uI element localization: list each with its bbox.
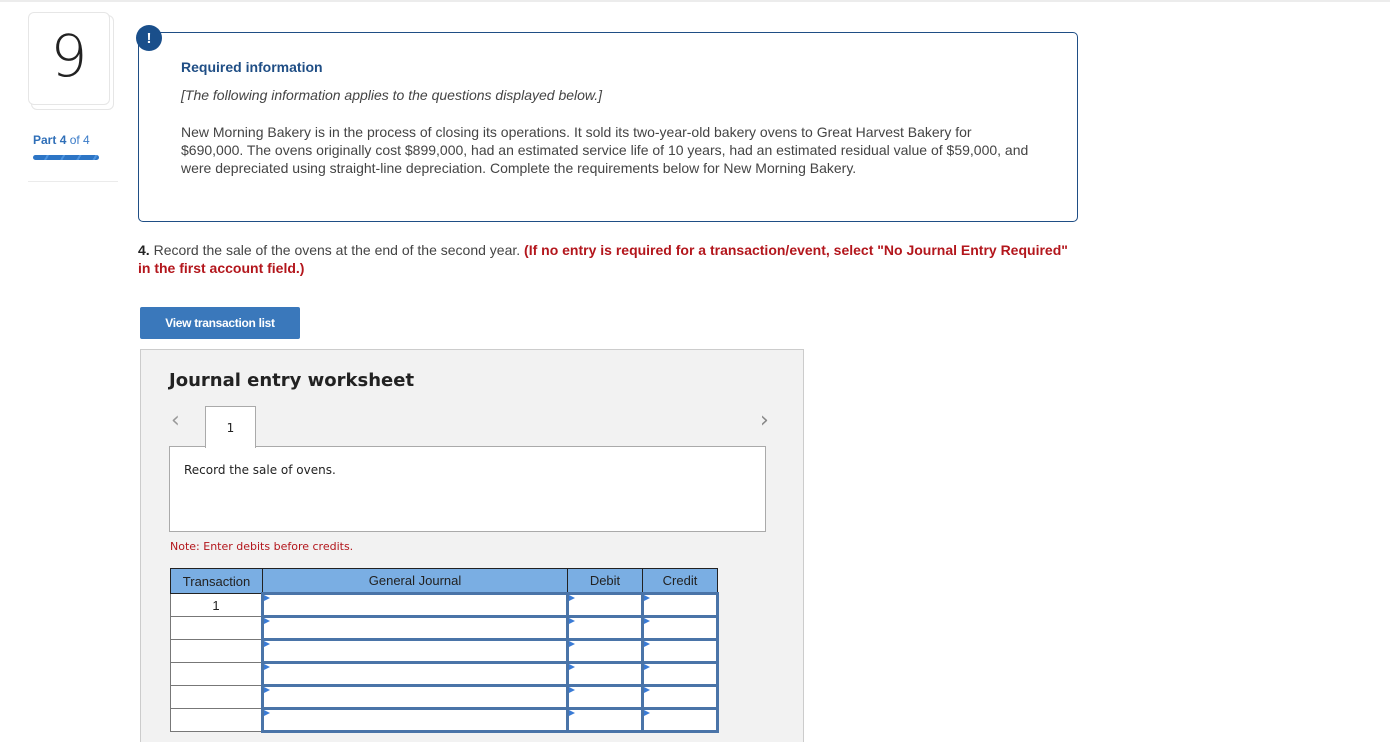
debit-input[interactable] xyxy=(569,618,641,638)
required-info-body: New Morning Bakery is in the process of … xyxy=(181,124,1029,176)
column-header-transaction: Transaction xyxy=(170,568,263,594)
transaction-cell xyxy=(170,708,263,732)
debit-input-cell[interactable] xyxy=(566,592,644,618)
transaction-description-box: Record the sale of ovens. xyxy=(169,446,766,532)
column-header-credit: Credit xyxy=(642,568,718,594)
part-total: of 4 xyxy=(69,133,90,147)
account-select[interactable] xyxy=(264,618,566,638)
question-number-card: 9 xyxy=(28,12,114,110)
debit-input-cell[interactable] xyxy=(566,707,644,733)
question-part-number: 4. xyxy=(138,242,150,258)
sidebar-divider xyxy=(28,181,118,182)
debit-input[interactable] xyxy=(569,595,641,615)
debit-input[interactable] xyxy=(569,710,641,730)
account-select-cell[interactable] xyxy=(261,684,569,710)
chevron-left-icon[interactable]: ‹ xyxy=(171,410,180,432)
transaction-cell: 1 xyxy=(170,593,263,617)
part-current: 4 xyxy=(59,133,67,147)
debit-input-cell[interactable] xyxy=(566,661,644,687)
account-select-cell[interactable] xyxy=(261,592,569,618)
card-face: 9 xyxy=(28,12,110,105)
table-header-row: Transaction General Journal Debit Credit xyxy=(170,568,718,594)
credit-input[interactable] xyxy=(644,618,716,638)
credit-input[interactable] xyxy=(644,664,716,684)
transaction-cell xyxy=(170,639,263,663)
question-prompt: 4. Record the sale of the ovens at the e… xyxy=(138,241,1068,277)
required-information-box: Required information [The following info… xyxy=(138,32,1078,222)
required-info-intro: [The following information applies to th… xyxy=(181,87,603,103)
credit-input[interactable] xyxy=(644,641,716,661)
transaction-cell xyxy=(170,662,263,686)
credit-input-cell[interactable] xyxy=(641,592,719,618)
exclamation-icon: ! xyxy=(136,25,162,51)
view-transaction-list-button[interactable]: View transaction list xyxy=(140,307,300,339)
credit-input[interactable] xyxy=(644,710,716,730)
table-row: 1 xyxy=(170,592,719,618)
table-row xyxy=(170,707,719,733)
account-select-cell[interactable] xyxy=(261,661,569,687)
worksheet-title: Journal entry worksheet xyxy=(169,370,415,391)
account-select[interactable] xyxy=(264,641,566,661)
debit-input[interactable] xyxy=(569,687,641,707)
account-select[interactable] xyxy=(264,710,566,730)
debit-input[interactable] xyxy=(569,664,641,684)
debit-input-cell[interactable] xyxy=(566,684,644,710)
chevron-right-icon[interactable]: › xyxy=(760,410,769,432)
account-select[interactable] xyxy=(264,595,566,615)
required-info-title: Required information xyxy=(181,59,323,75)
question-text: Record the sale of the ovens at the end … xyxy=(149,242,525,258)
top-divider xyxy=(0,0,1390,2)
worksheet-tab-label: 1 xyxy=(226,420,235,435)
transaction-description: Record the sale of ovens. xyxy=(184,463,336,477)
credit-input-cell[interactable] xyxy=(641,684,719,710)
table-row xyxy=(170,638,719,664)
column-header-general-journal: General Journal xyxy=(262,568,568,594)
credit-input-cell[interactable] xyxy=(641,638,719,664)
credit-input-cell[interactable] xyxy=(641,707,719,733)
column-header-debit: Debit xyxy=(567,568,643,594)
transaction-cell xyxy=(170,685,263,709)
part-progress-bar xyxy=(33,155,99,160)
account-select-cell[interactable] xyxy=(261,615,569,641)
debits-before-credits-note: Note: Enter debits before credits. xyxy=(170,540,354,553)
credit-input-cell[interactable] xyxy=(641,661,719,687)
debit-input[interactable] xyxy=(569,641,641,661)
account-select[interactable] xyxy=(264,687,566,707)
transaction-cell xyxy=(170,616,263,640)
account-select[interactable] xyxy=(264,664,566,684)
account-select-cell[interactable] xyxy=(261,638,569,664)
question-number: 9 xyxy=(50,21,88,90)
credit-input[interactable] xyxy=(644,595,716,615)
part-progress-fill xyxy=(33,155,99,160)
credit-input[interactable] xyxy=(644,687,716,707)
debit-input-cell[interactable] xyxy=(566,615,644,641)
table-row xyxy=(170,615,719,641)
credit-input-cell[interactable] xyxy=(641,615,719,641)
account-select-cell[interactable] xyxy=(261,707,569,733)
table-row xyxy=(170,661,719,687)
worksheet-tab-1[interactable]: 1 xyxy=(205,406,256,448)
journal-entry-worksheet: Journal entry worksheet ‹ 1 › Record the… xyxy=(140,349,804,742)
table-row xyxy=(170,684,719,710)
part-prefix: Part xyxy=(33,133,57,147)
general-journal-table: Transaction General Journal Debit Credit… xyxy=(170,568,719,733)
debit-input-cell[interactable] xyxy=(566,638,644,664)
part-indicator: Part 4 of 4 xyxy=(33,133,90,147)
